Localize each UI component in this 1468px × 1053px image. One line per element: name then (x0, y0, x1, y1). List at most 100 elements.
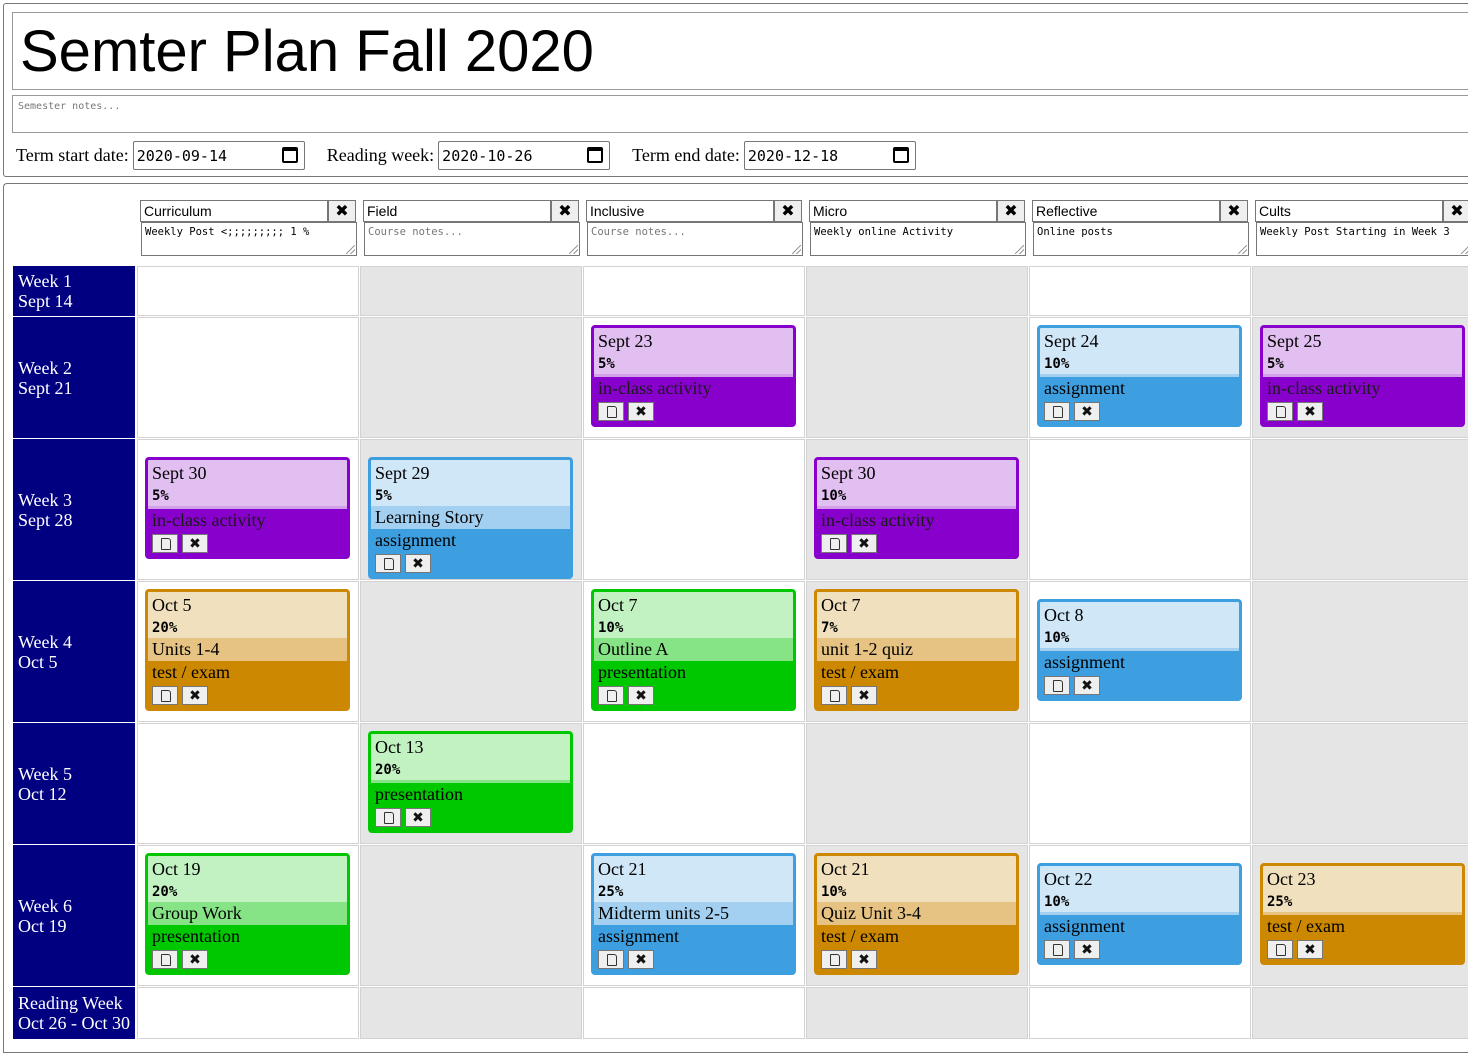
edit-assignment-button[interactable] (152, 686, 178, 705)
schedule-cell[interactable] (806, 987, 1028, 1039)
assignment-card[interactable]: Oct 19 20% Group Work presentation ✖ (145, 853, 350, 975)
course-name-input[interactable]: Cults (1255, 200, 1443, 222)
schedule-cell[interactable] (1252, 439, 1468, 580)
schedule-cell[interactable] (360, 266, 582, 316)
delete-assignment-button[interactable]: ✖ (628, 686, 654, 705)
delete-assignment-button[interactable]: ✖ (1297, 940, 1323, 959)
remove-course-button[interactable]: ✖ (997, 200, 1025, 222)
assignment-card[interactable]: Sept 23 5% in-class activity ✖ (591, 325, 796, 427)
course-notes-textarea[interactable]: Online posts (1033, 222, 1249, 256)
delete-assignment-button[interactable]: ✖ (182, 950, 208, 969)
assignment-card[interactable]: Oct 21 10% Quiz Unit 3-4 test / exam ✖ (814, 853, 1019, 975)
delete-assignment-button[interactable]: ✖ (405, 554, 431, 573)
course-name-input[interactable]: Field (363, 200, 551, 222)
delete-assignment-button[interactable]: ✖ (1074, 676, 1100, 695)
edit-assignment-button[interactable] (375, 554, 401, 573)
edit-assignment-button[interactable] (1044, 676, 1070, 695)
delete-assignment-button[interactable]: ✖ (182, 686, 208, 705)
course-name-input[interactable]: Inclusive (586, 200, 774, 222)
edit-assignment-button[interactable] (1267, 402, 1293, 421)
schedule-cell[interactable] (137, 987, 359, 1039)
schedule-cell[interactable] (1029, 266, 1251, 316)
resize-handle-icon[interactable] (569, 245, 578, 254)
edit-assignment-button[interactable] (1267, 940, 1293, 959)
edit-assignment-button[interactable] (821, 534, 847, 553)
resize-handle-icon[interactable] (792, 245, 801, 254)
remove-course-button[interactable]: ✖ (1220, 200, 1248, 222)
calendar-icon[interactable] (892, 147, 909, 163)
schedule-cell[interactable] (1252, 266, 1468, 316)
delete-assignment-button[interactable]: ✖ (405, 808, 431, 827)
schedule-cell[interactable] (583, 987, 805, 1039)
reading-week-date-input[interactable]: 2020-10-26 (438, 141, 611, 170)
assignment-card[interactable]: Sept 24 10% assignment ✖ (1037, 325, 1242, 427)
edit-assignment-button[interactable] (375, 808, 401, 827)
resize-handle-icon[interactable] (1015, 245, 1024, 254)
assignment-card[interactable]: Oct 7 10% Outline Apresentation ✖ (591, 589, 796, 711)
schedule-cell[interactable] (137, 317, 359, 438)
edit-assignment-button[interactable] (821, 686, 847, 705)
remove-course-button[interactable]: ✖ (328, 200, 356, 222)
remove-course-button[interactable]: ✖ (1443, 200, 1468, 222)
schedule-cell[interactable] (1252, 987, 1468, 1039)
schedule-cell[interactable] (1029, 987, 1251, 1039)
delete-assignment-button[interactable]: ✖ (1297, 402, 1323, 421)
schedule-cell[interactable] (360, 845, 582, 986)
schedule-cell[interactable] (1252, 723, 1468, 844)
schedule-cell[interactable] (137, 266, 359, 316)
delete-assignment-button[interactable]: ✖ (182, 534, 208, 553)
edit-assignment-button[interactable] (1044, 940, 1070, 959)
edit-assignment-button[interactable] (1044, 402, 1070, 421)
edit-assignment-button[interactable] (598, 402, 624, 421)
schedule-cell[interactable] (806, 723, 1028, 844)
edit-assignment-button[interactable] (821, 950, 847, 969)
course-notes-textarea[interactable]: Course notes... (587, 222, 803, 256)
course-name-input[interactable]: Micro (809, 200, 997, 222)
assignment-card[interactable]: Oct 13 20% presentation ✖ (368, 731, 573, 833)
assignment-card[interactable]: Oct 8 10% assignment ✖ (1037, 599, 1242, 701)
assignment-card[interactable]: Sept 25 5% in-class activity ✖ (1260, 325, 1465, 427)
delete-assignment-button[interactable]: ✖ (1074, 402, 1100, 421)
delete-assignment-button[interactable]: ✖ (851, 534, 877, 553)
assignment-card[interactable]: Oct 22 10% assignment ✖ (1037, 863, 1242, 965)
schedule-cell[interactable] (360, 317, 582, 438)
delete-assignment-button[interactable]: ✖ (851, 950, 877, 969)
edit-assignment-button[interactable] (152, 950, 178, 969)
edit-assignment-button[interactable] (598, 686, 624, 705)
plan-title-input[interactable]: Semter Plan Fall 2020 (12, 12, 1468, 90)
schedule-cell[interactable] (1252, 581, 1468, 722)
schedule-cell[interactable] (583, 723, 805, 844)
schedule-cell[interactable] (1029, 439, 1251, 580)
schedule-cell[interactable] (583, 266, 805, 316)
course-notes-textarea[interactable]: Weekly Post Starting in Week 3 (1256, 222, 1468, 256)
remove-course-button[interactable]: ✖ (551, 200, 579, 222)
assignment-card[interactable]: Oct 21 25% Midterm units 2-5 assignment ✖ (591, 853, 796, 975)
assignment-card[interactable]: Oct 7 7% unit 1-2 quiz test / exam ✖ (814, 589, 1019, 711)
assignment-card[interactable]: Sept 29 5% Learning Story assignment ✖ (368, 457, 573, 579)
course-notes-textarea[interactable]: Weekly online Activity (810, 222, 1026, 256)
schedule-cell[interactable] (360, 581, 582, 722)
course-notes-textarea[interactable]: Weekly Post <;;;;;;;;; 1 % (141, 222, 357, 256)
delete-assignment-button[interactable]: ✖ (628, 402, 654, 421)
calendar-icon[interactable] (587, 147, 604, 163)
resize-handle-icon[interactable] (1461, 245, 1468, 254)
course-name-input[interactable]: Reflective (1032, 200, 1220, 222)
assignment-card[interactable]: Oct 5 20% Units 1-4 test / exam ✖ (145, 589, 350, 711)
edit-assignment-button[interactable] (152, 534, 178, 553)
course-notes-textarea[interactable]: Course notes... (364, 222, 580, 256)
term-start-date-input[interactable]: 2020-09-14 (132, 141, 305, 170)
delete-assignment-button[interactable]: ✖ (628, 950, 654, 969)
edit-assignment-button[interactable] (598, 950, 624, 969)
remove-course-button[interactable]: ✖ (774, 200, 802, 222)
term-end-date-input[interactable]: 2020-12-18 (743, 141, 916, 170)
assignment-card[interactable]: Sept 30 5% in-class activity ✖ (145, 457, 350, 559)
schedule-cell[interactable] (1029, 723, 1251, 844)
course-name-input[interactable]: Curriculum (140, 200, 328, 222)
schedule-cell[interactable] (583, 439, 805, 580)
semester-notes-textarea[interactable]: Semester notes... (12, 95, 1468, 133)
schedule-cell[interactable] (137, 723, 359, 844)
delete-assignment-button[interactable]: ✖ (851, 686, 877, 705)
assignment-card[interactable]: Sept 30 10% in-class activity ✖ (814, 457, 1019, 559)
schedule-cell[interactable] (806, 266, 1028, 316)
delete-assignment-button[interactable]: ✖ (1074, 940, 1100, 959)
